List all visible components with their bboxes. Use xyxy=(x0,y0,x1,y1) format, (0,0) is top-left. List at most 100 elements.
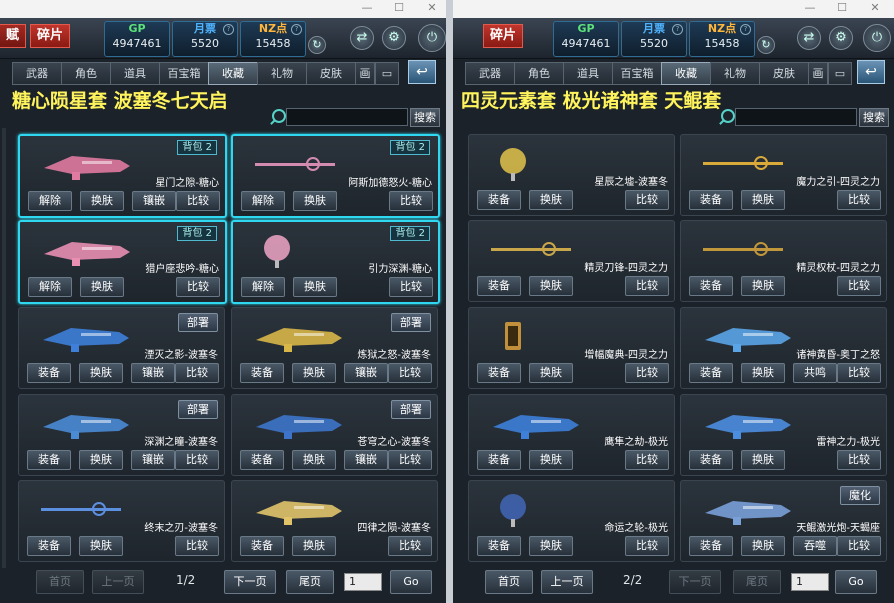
item-action-button[interactable]: 装备 xyxy=(689,536,733,556)
deploy-button[interactable]: 部署 xyxy=(391,313,431,332)
item-action-button[interactable]: 比较 xyxy=(176,191,220,211)
close-button[interactable]: ✕ xyxy=(425,1,439,14)
item-action-button[interactable]: 换肤 xyxy=(292,363,336,383)
next-page-button[interactable]: 下一页 xyxy=(669,570,721,594)
first-page-button[interactable]: 首页 xyxy=(36,570,84,594)
item-card[interactable]: 鹰隼之劫-极光 装备 换肤 比较 xyxy=(468,394,675,476)
maximize-button[interactable]: ☐ xyxy=(835,1,849,14)
back-icon[interactable]: ↩ xyxy=(408,60,436,84)
item-action-button[interactable]: 比较 xyxy=(388,363,432,383)
tab-0[interactable]: 武器 xyxy=(12,62,62,85)
next-page-button[interactable]: 下一页 xyxy=(224,570,276,594)
gear-icon[interactable]: ⚙ xyxy=(382,26,406,50)
item-action-button[interactable]: 装备 xyxy=(689,363,733,383)
item-action-button[interactable]: 装备 xyxy=(27,363,71,383)
item-action-button[interactable]: 换肤 xyxy=(292,450,336,470)
item-action-button[interactable]: 换肤 xyxy=(292,536,336,556)
swap-icon[interactable]: ⇄ xyxy=(350,26,374,50)
close-button[interactable]: ✕ xyxy=(868,1,882,14)
item-card[interactable]: 湮灭之影-波塞冬 部署 装备 换肤 镶嵌 比较 xyxy=(18,307,225,389)
item-card[interactable]: 四律之陨-波塞冬 装备 换肤 比较 xyxy=(231,480,438,562)
tab-4[interactable]: 收藏 xyxy=(208,62,258,85)
item-action-button[interactable]: 装备 xyxy=(477,450,521,470)
item-action-button[interactable]: 换肤 xyxy=(293,191,337,211)
page-input[interactable]: 1 xyxy=(791,573,829,591)
item-action-button[interactable]: 换肤 xyxy=(741,190,785,210)
search-input[interactable] xyxy=(286,108,408,126)
item-action-button[interactable]: 装备 xyxy=(477,190,521,210)
power-icon[interactable]: ⏻ xyxy=(863,24,891,52)
item-action-button[interactable]: 比较 xyxy=(837,190,881,210)
maximize-button[interactable]: ☐ xyxy=(392,1,406,14)
tab-6[interactable]: 皮肤 xyxy=(306,62,356,85)
prev-page-button[interactable]: 上一页 xyxy=(92,570,144,594)
fragments-tab[interactable]: 碎片 xyxy=(483,24,524,48)
refresh-icon[interactable]: ↻ xyxy=(757,36,775,54)
tab-6[interactable]: 皮肤 xyxy=(759,62,809,85)
tab-5[interactable]: 礼物 xyxy=(257,62,307,85)
item-action-button[interactable]: 镶嵌 xyxy=(344,363,388,383)
go-button[interactable]: Go xyxy=(390,570,432,594)
item-action-button[interactable]: 解除 xyxy=(28,191,72,211)
item-action-button[interactable]: 装备 xyxy=(27,536,71,556)
item-action-button[interactable]: 比较 xyxy=(837,536,881,556)
item-action-button[interactable]: 比较 xyxy=(388,450,432,470)
item-card[interactable]: 命运之轮-极光 装备 换肤 比较 xyxy=(468,480,675,562)
item-card[interactable]: 引力深渊-糖心 背包 2 解除 换肤 比较 xyxy=(231,220,440,304)
item-card[interactable]: 天鲲激光炮-天蝎座 魔化 装备 换肤 吞噬 比较 xyxy=(680,480,887,562)
item-action-button[interactable]: 比较 xyxy=(837,276,881,296)
power-icon[interactable]: ⏻ xyxy=(418,24,446,52)
item-action-button[interactable]: 换肤 xyxy=(741,450,785,470)
item-action-button[interactable]: 装备 xyxy=(477,536,521,556)
help-icon[interactable]: ? xyxy=(291,24,302,35)
minimize-button[interactable]: — xyxy=(360,1,374,14)
item-card[interactable]: 精灵刀锋-四灵之力 装备 换肤 比较 xyxy=(468,220,675,302)
item-action-button[interactable]: 镶嵌 xyxy=(344,450,388,470)
item-action-button[interactable]: 换肤 xyxy=(529,276,573,296)
item-action-button[interactable]: 比较 xyxy=(176,277,220,297)
item-action-button[interactable]: 镶嵌 xyxy=(131,450,175,470)
tab-1[interactable]: 角色 xyxy=(514,62,564,85)
item-action-button[interactable]: 比较 xyxy=(175,536,219,556)
item-card[interactable]: 终末之刃-波塞冬 装备 换肤 比较 xyxy=(18,480,225,562)
item-card[interactable]: 魔力之引-四灵之力 装备 换肤 比较 xyxy=(680,134,887,216)
item-card[interactable]: 炼狱之怒-波塞冬 部署 装备 换肤 镶嵌 比较 xyxy=(231,307,438,389)
item-action-button[interactable]: 解除 xyxy=(241,191,285,211)
item-action-button[interactable]: 换肤 xyxy=(529,450,573,470)
item-action-button[interactable]: 比较 xyxy=(175,450,219,470)
item-card[interactable]: 星辰之墟-波塞冬 装备 换肤 比较 xyxy=(468,134,675,216)
page-input[interactable]: 1 xyxy=(344,573,382,591)
item-action-button[interactable]: 装备 xyxy=(477,363,521,383)
item-action-button[interactable]: 装备 xyxy=(240,450,284,470)
help-icon[interactable]: ? xyxy=(740,24,751,35)
tab-7[interactable]: 画 xyxy=(808,62,828,85)
item-action-button[interactable]: 比较 xyxy=(837,363,881,383)
tab-1[interactable]: 角色 xyxy=(61,62,111,85)
tab-3[interactable]: 百宝箱 xyxy=(612,62,662,85)
search-button[interactable]: 搜索 xyxy=(410,108,440,127)
item-action-button[interactable]: 装备 xyxy=(689,450,733,470)
item-action-button[interactable]: 换肤 xyxy=(80,277,124,297)
item-action-button[interactable]: 装备 xyxy=(477,276,521,296)
minimize-button[interactable]: — xyxy=(803,1,817,14)
item-action-button[interactable]: 镶嵌 xyxy=(131,363,175,383)
tab-7[interactable]: 画 xyxy=(355,62,375,85)
deploy-button[interactable]: 部署 xyxy=(178,400,218,419)
help-icon[interactable]: ? xyxy=(223,24,234,35)
search-button[interactable]: 搜索 xyxy=(859,108,889,127)
last-page-button[interactable]: 尾页 xyxy=(286,570,334,594)
tab-4[interactable]: 收藏 xyxy=(661,62,711,85)
item-action-button[interactable]: 装备 xyxy=(689,190,733,210)
item-action-button[interactable]: 换肤 xyxy=(79,536,123,556)
tab-2[interactable]: 道具 xyxy=(110,62,160,85)
item-action-button[interactable]: 镶嵌 xyxy=(132,191,176,211)
item-action-button[interactable]: 吞噬 xyxy=(793,536,837,556)
item-action-button[interactable]: 共鸣 xyxy=(793,363,837,383)
item-action-button[interactable]: 装备 xyxy=(27,450,71,470)
first-page-button[interactable]: 首页 xyxy=(485,570,533,594)
item-action-button[interactable]: 比较 xyxy=(389,191,433,211)
item-card[interactable]: 星门之隙-糖心 背包 2 解除 换肤 镶嵌 比较 xyxy=(18,134,227,218)
tab-3[interactable]: 百宝箱 xyxy=(159,62,209,85)
item-action-button[interactable]: 解除 xyxy=(28,277,72,297)
item-action-button[interactable]: 换肤 xyxy=(529,363,573,383)
